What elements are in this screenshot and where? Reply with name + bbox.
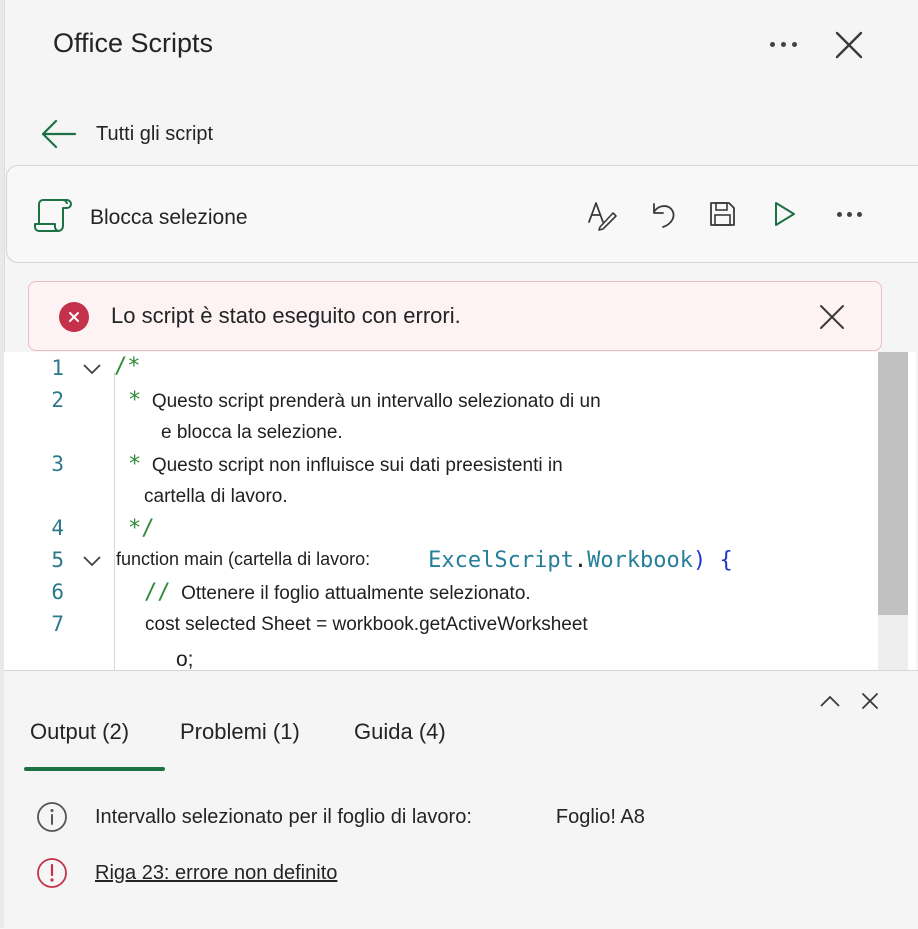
back-arrow-icon: [41, 119, 77, 149]
code-editor[interactable]: 1 2 3 4 5 6 7 /* * Questo script prender…: [4, 352, 916, 670]
fold-chevron-icon[interactable]: [82, 554, 102, 568]
code-line-continuation: cartella di lavoro.: [144, 486, 288, 507]
error-link[interactable]: Riga 23: errore non definito: [95, 862, 337, 885]
type-name: Workbook: [587, 548, 694, 573]
type-dot: .: [573, 548, 588, 573]
scrollbar-thumb[interactable]: [878, 352, 908, 615]
brace: ) {: [693, 548, 733, 573]
line-number: 7: [51, 612, 64, 636]
comment-star: *: [128, 452, 142, 477]
comment-slashes: //: [144, 580, 171, 605]
code-line-continuation: e blocca la selezione.: [161, 422, 343, 443]
undo-icon[interactable]: [644, 196, 680, 232]
type-namespace: ExcelScript: [428, 548, 574, 573]
code-line: cost selected Sheet = workbook.getActive…: [145, 614, 588, 635]
code-line-continuation: o;: [176, 648, 194, 670]
chevron-up-icon[interactable]: [818, 691, 842, 711]
line-number: 3: [51, 452, 64, 476]
active-tab-indicator: [24, 767, 165, 771]
code-line: /*: [114, 354, 141, 379]
error-message: Lo script è stato eseguito con errori.: [111, 303, 461, 328]
close-icon[interactable]: [832, 28, 866, 62]
code-line: */: [128, 516, 155, 541]
tab-help[interactable]: Guida (4): [354, 719, 446, 745]
format-code-icon[interactable]: [583, 196, 619, 232]
comment-text: Questo script prenderà un intervallo sel…: [151, 391, 601, 412]
error-banner: Lo script è stato eseguito con errori.: [28, 281, 882, 351]
save-icon[interactable]: [704, 196, 740, 232]
editor-scrollbar[interactable]: [878, 352, 908, 670]
line-number: 2: [51, 388, 64, 412]
script-name: Blocca selezione: [90, 206, 248, 229]
script-card: Blocca selezione: [6, 165, 918, 263]
more-options-icon[interactable]: [760, 30, 806, 58]
output-value: Foglio! A8: [555, 805, 645, 828]
pane-title: Office Scripts: [53, 28, 214, 58]
script-icon: [34, 199, 72, 232]
back-label: Tutti gli script: [96, 122, 214, 145]
tab-problems[interactable]: Problemi (1): [180, 719, 300, 745]
line-number: 1: [51, 356, 64, 380]
error-icon: [37, 858, 67, 888]
code-line: * Questo script prenderà un intervallo s…: [128, 388, 601, 413]
dismiss-icon[interactable]: [817, 302, 847, 332]
indent-guide: [114, 372, 115, 670]
tab-output[interactable]: Output (2): [30, 719, 129, 745]
line-number: 4: [51, 516, 64, 540]
back-to-all-scripts-link[interactable]: Tutti gli script: [40, 114, 213, 154]
code-line: * Questo script non influisce sui dati p…: [128, 452, 563, 477]
script-more-options-icon[interactable]: [831, 200, 867, 228]
info-icon: [37, 802, 67, 832]
code-line: // Ottenere il foglio attualmente selezi…: [144, 580, 531, 605]
comment-text: Ottenere il foglio attualmente seleziona…: [181, 583, 531, 604]
comment-star: *: [128, 388, 142, 413]
fold-chevron-icon[interactable]: [82, 362, 102, 376]
comment-text: Questo script non influisce sui dati pre…: [151, 455, 563, 476]
output-panel: Output (2) Problemi (1) Guida (4) Interv…: [4, 670, 918, 929]
run-icon[interactable]: [766, 196, 802, 232]
line-number: 5: [51, 548, 64, 572]
output-message: Intervallo selezionato per il foglio di …: [95, 805, 472, 828]
output-row: Intervallo selezionato per il foglio di …: [36, 801, 645, 833]
output-row-error: Riga 23: errore non definito: [36, 857, 337, 889]
close-panel-icon[interactable]: [860, 691, 880, 711]
error-circle-icon: [59, 302, 89, 332]
line-number: 6: [51, 580, 64, 604]
function-signature: function main (cartella di lavoro:: [116, 549, 371, 569]
code-line: function main (cartella di lavoro: ExcelS…: [116, 548, 733, 573]
